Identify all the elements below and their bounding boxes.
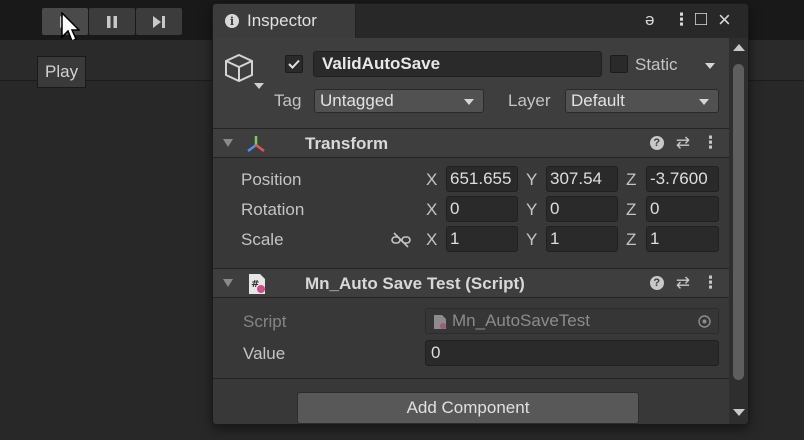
active-toggle[interactable] (285, 55, 303, 73)
close-icon[interactable]: × (718, 7, 731, 33)
help-icon[interactable]: ? (649, 135, 664, 150)
rotation-label: Rotation (241, 200, 305, 219)
axis-z-label[interactable]: Z (626, 170, 636, 190)
script-reference-value: Mn_AutoSaveTest (452, 311, 590, 330)
position-y-field[interactable]: 307.54 (546, 166, 618, 192)
axis-y-label[interactable]: Y (526, 230, 537, 250)
tag-dropdown[interactable]: Untagged (314, 89, 484, 113)
scrollbar-thumb[interactable] (733, 64, 744, 380)
maximize-icon[interactable]: □ (695, 8, 707, 31)
position-x-field[interactable]: 651.655 (446, 166, 518, 192)
scale-label: Scale (241, 230, 284, 249)
step-icon (153, 15, 165, 28)
position-z-field[interactable]: -3.7600 (646, 166, 719, 192)
scale-y-field[interactable]: 1 (546, 226, 618, 252)
axis-z-label[interactable]: Z (626, 230, 636, 250)
static-toggle[interactable] (610, 55, 628, 73)
pause-button[interactable] (89, 8, 135, 35)
tab-inspector[interactable]: i Inspector (213, 4, 356, 38)
rotation-row: Rotation X 0 Y 0 Z 0 (213, 196, 729, 226)
csharp-script-icon: # (249, 274, 265, 294)
transform-header[interactable]: Transform ? ⇄ ⋮ (213, 128, 729, 158)
axis-y-label[interactable]: Y (526, 200, 537, 220)
scale-z-field[interactable]: 1 (646, 226, 719, 252)
inspector-content: ValidAutoSave Static Tag Untagged Layer … (213, 38, 729, 424)
rotation-y-field[interactable]: 0 (546, 196, 618, 222)
gameobject-name-input[interactable]: ValidAutoSave (313, 51, 602, 77)
static-label: Static (635, 55, 678, 74)
foldout-arrow-icon[interactable] (223, 139, 233, 147)
script-component-title: Mn_Auto Save Test (Script) (305, 274, 525, 293)
add-component-button[interactable]: Add Component (297, 392, 639, 424)
script-header-icons: ? ⇄ ⋮ (649, 274, 719, 291)
layer-dropdown[interactable]: Default (565, 89, 719, 113)
gameobject-header: ValidAutoSave Static Tag Untagged Layer … (213, 38, 729, 129)
play-tooltip: Play (37, 56, 87, 88)
inspector-window: i Inspector ə ⋮ □ × ValidAutoSave Static… (212, 3, 749, 425)
context-menu-icon[interactable]: ⋮ (702, 134, 719, 151)
value-row: Value 0 (213, 340, 729, 370)
inspector-tabbar: i Inspector ə ⋮ □ × (213, 4, 748, 38)
rotation-x-field[interactable]: 0 (446, 196, 518, 222)
csharp-script-icon (434, 315, 446, 329)
constrain-proportions-icon[interactable] (391, 232, 411, 248)
rotation-z-field[interactable]: 0 (646, 196, 719, 222)
script-component-header[interactable]: # Mn_Auto Save Test (Script) ? ⇄ ⋮ (213, 268, 729, 298)
scroll-down-icon[interactable] (733, 409, 745, 416)
icon-dropdown-caret-icon[interactable] (254, 83, 264, 89)
position-row: Position X 651.655 Y 307.54 Z -3.7600 (213, 166, 729, 196)
foldout-arrow-icon[interactable] (223, 279, 233, 287)
scale-x-field[interactable]: 1 (446, 226, 518, 252)
value-label: Value (243, 344, 286, 363)
step-button[interactable] (136, 8, 182, 35)
context-menu-icon[interactable]: ⋮ (702, 274, 719, 291)
static-dropdown-caret-icon[interactable] (705, 63, 715, 69)
inspector-scrollbar[interactable] (729, 38, 748, 424)
chevron-down-icon (464, 99, 474, 105)
tag-label: Tag (274, 91, 302, 110)
checkmark-icon (288, 59, 300, 69)
gameobject-cube-icon[interactable] (223, 52, 255, 84)
layer-label: Layer (508, 91, 551, 110)
script-reference-field: Mn_AutoSaveTest (425, 308, 719, 334)
chevron-down-icon (699, 99, 709, 105)
script-label: Script (243, 312, 287, 331)
presets-icon[interactable]: ⇄ (676, 134, 690, 151)
lock-icon[interactable]: ə (645, 10, 654, 30)
info-icon: i (225, 14, 239, 28)
window-menu-icon[interactable]: ⋮ (673, 10, 690, 30)
divider (213, 378, 729, 379)
value-field[interactable]: 0 (425, 340, 719, 366)
axis-y-label[interactable]: Y (526, 170, 537, 190)
axis-x-label[interactable]: X (426, 230, 437, 250)
position-label: Position (241, 170, 302, 189)
scale-row: Scale X 1 Y 1 Z 1 (213, 226, 729, 256)
axis-z-label[interactable]: Z (626, 200, 636, 220)
axis-x-label[interactable]: X (426, 170, 437, 190)
transform-title: Transform (305, 134, 389, 153)
help-icon[interactable]: ? (649, 275, 664, 290)
object-picker-icon[interactable] (698, 315, 711, 328)
tag-value: Untagged (320, 91, 394, 110)
pause-icon (107, 15, 117, 28)
axis-x-label[interactable]: X (426, 200, 437, 220)
scroll-up-icon[interactable] (733, 44, 745, 51)
tab-inspector-label: Inspector (247, 11, 317, 30)
layer-value: Default (571, 91, 625, 110)
transform-header-icons: ? ⇄ ⋮ (649, 134, 719, 151)
presets-icon[interactable]: ⇄ (676, 274, 690, 291)
script-row: Script Mn_AutoSaveTest (213, 308, 729, 338)
transform-icon (247, 136, 265, 152)
